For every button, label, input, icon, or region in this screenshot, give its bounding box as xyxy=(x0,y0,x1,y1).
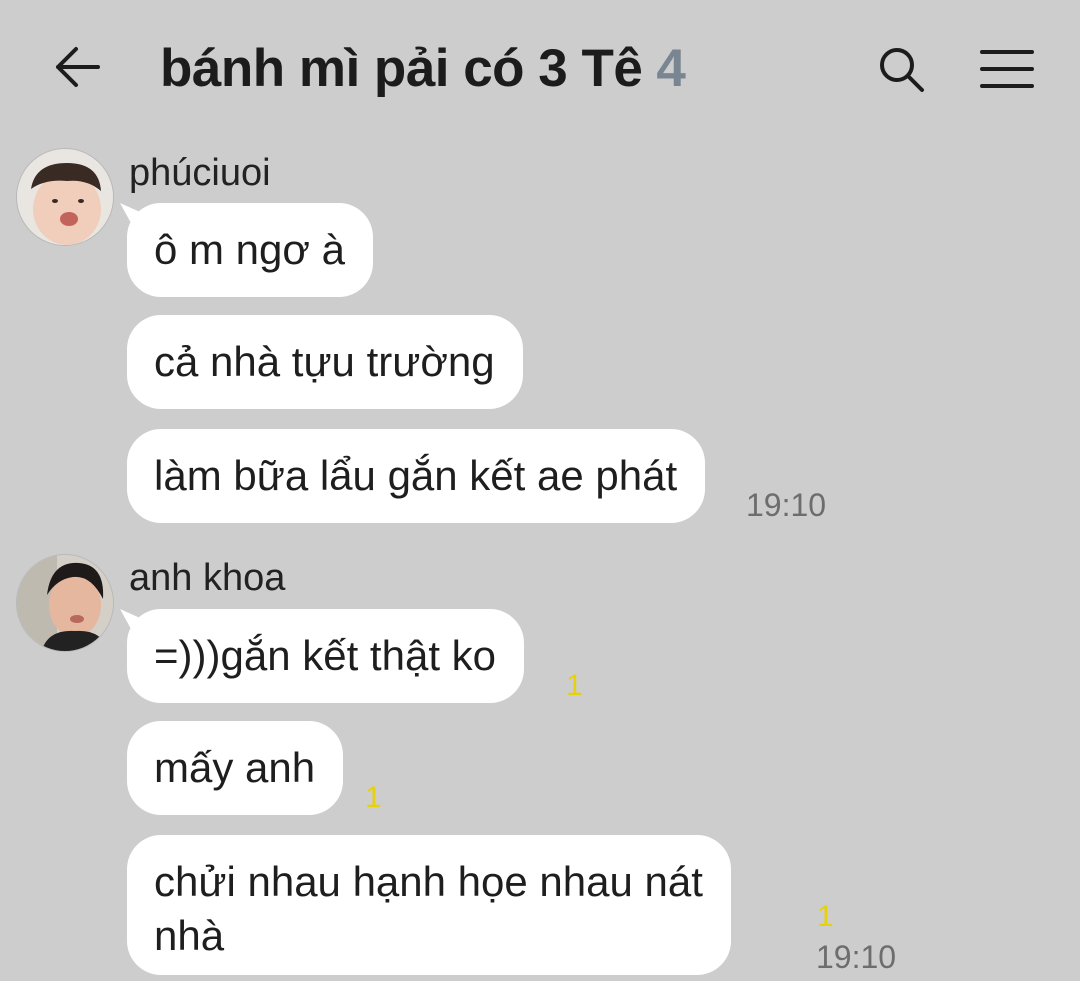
message-bubble[interactable]: mấy anh xyxy=(127,721,344,815)
avatar-anh-khoa[interactable] xyxy=(16,554,114,652)
chat-title-text: bánh mì pải có 3 Tê xyxy=(160,39,643,98)
arrow-left-icon xyxy=(56,47,100,87)
menu-button[interactable] xyxy=(972,36,1042,102)
chat-title: bánh mì pải có 3 Tê 4 xyxy=(160,36,686,102)
unread-count: 1 xyxy=(566,669,583,702)
hamburger-menu-icon xyxy=(980,50,1034,88)
message-text: =)))gắn kết thật ko xyxy=(154,632,497,679)
message-text: mấy anh xyxy=(154,744,316,791)
avatar-phuciuoi[interactable] xyxy=(16,148,114,246)
message-bubble[interactable]: cả nhà tựu trường xyxy=(127,315,523,409)
sender-name: anh khoa xyxy=(129,557,286,599)
message-bubble[interactable]: chửi nhau hạnh họe nhau nát nhà xyxy=(127,835,731,975)
message-time: 19:10 xyxy=(816,939,897,975)
message-bubble[interactable]: ô m ngơ à xyxy=(127,203,373,297)
message-bubble[interactable]: =)))gắn kết thật ko xyxy=(127,609,525,703)
message-text: làm bữa lẩu gắn kết ae phát xyxy=(154,452,678,499)
unread-count: 1 xyxy=(365,781,382,814)
message-text-line: chửi nhau hạnh họe nhau nát xyxy=(154,858,703,905)
message-bubble[interactable]: làm bữa lẩu gắn kết ae phát xyxy=(127,429,706,523)
search-button[interactable] xyxy=(868,36,934,102)
chat-header: bánh mì pải có 3 Tê 4 xyxy=(0,0,1080,138)
unread-count: 1 xyxy=(817,900,834,933)
back-button[interactable] xyxy=(44,34,110,100)
message-text: ô m ngơ à xyxy=(154,226,345,273)
message-text: cả nhà tựu trường xyxy=(154,338,495,385)
message-time: 19:10 xyxy=(746,487,827,523)
search-icon xyxy=(880,48,924,92)
sender-name: phúciuoi xyxy=(129,152,271,194)
message-text-line: nhà xyxy=(154,912,225,959)
member-count: 4 xyxy=(656,39,686,98)
